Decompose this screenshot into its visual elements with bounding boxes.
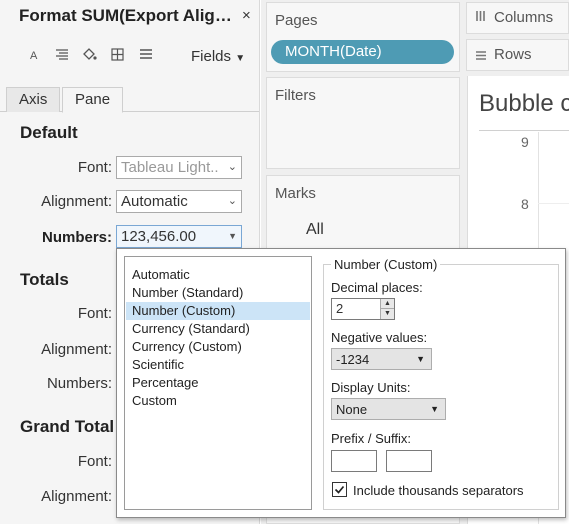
thousands-label: Include thousands separators bbox=[353, 483, 524, 498]
default-font-value: Tableau Light.. bbox=[121, 159, 219, 176]
caret-down-icon: ▼ bbox=[416, 354, 425, 364]
decimal-places-stepper[interactable]: 2 ▲ ▼ bbox=[331, 298, 395, 320]
prefix-input[interactable] bbox=[331, 450, 377, 472]
borders-icon[interactable] bbox=[111, 48, 124, 64]
format-option-scientific[interactable]: Scientific bbox=[126, 356, 310, 374]
decimal-places-value: 2 bbox=[336, 301, 344, 316]
format-option-custom[interactable]: Custom bbox=[126, 392, 310, 410]
stepper-up-icon[interactable]: ▲ bbox=[380, 299, 394, 309]
number-format-list[interactable]: Automatic Number (Standard) Number (Cust… bbox=[124, 256, 312, 510]
checkmark-icon bbox=[334, 485, 345, 494]
columns-icon bbox=[475, 9, 486, 27]
negative-values-value: -1234 bbox=[336, 352, 370, 367]
default-heading: Default bbox=[20, 123, 78, 142]
lines-icon[interactable] bbox=[139, 48, 153, 63]
number-format-popup: Automatic Number (Standard) Number (Cust… bbox=[116, 248, 566, 518]
negative-values-label: Negative values: bbox=[331, 330, 428, 345]
tab-pane[interactable]: Pane bbox=[62, 87, 124, 113]
display-units-value: None bbox=[336, 402, 368, 417]
grand-totals-font-label: Font: bbox=[77, 453, 112, 470]
rows-shelf[interactable]: Rows bbox=[466, 39, 569, 71]
fields-dropdown[interactable]: Fields ▼ bbox=[191, 48, 245, 65]
default-numbers-label: Numbers: bbox=[41, 229, 112, 246]
default-font-dropdown[interactable]: Tableau Light.. ⌄ bbox=[116, 156, 242, 179]
decimal-places-label: Decimal places: bbox=[331, 280, 423, 295]
caret-down-icon: ▼ bbox=[228, 231, 237, 241]
format-pane-title: Format SUM(Export Alig… bbox=[19, 6, 232, 25]
default-numbers-value: 123,456.00 bbox=[121, 228, 197, 245]
totals-numbers-label: Numbers: bbox=[46, 375, 112, 392]
pages-title: Pages bbox=[275, 12, 318, 29]
marks-all-label[interactable]: All bbox=[306, 221, 324, 239]
columns-shelf[interactable]: Columns bbox=[466, 2, 569, 34]
totals-alignment-label: Alignment: bbox=[41, 341, 112, 358]
totals-font-label: Font: bbox=[77, 305, 112, 322]
shading-icon[interactable] bbox=[82, 48, 97, 64]
axis-tick-label: 9 bbox=[521, 134, 529, 150]
close-button[interactable]: × bbox=[242, 7, 251, 24]
display-units-dropdown[interactable]: None ▼ bbox=[331, 398, 446, 420]
caret-down-icon: ▼ bbox=[430, 404, 439, 414]
default-font-label: Font: bbox=[77, 159, 112, 176]
display-units-label: Display Units: bbox=[331, 380, 411, 395]
default-alignment-dropdown[interactable]: Automatic ⌄ bbox=[116, 190, 242, 213]
view-title: Bubble c bbox=[479, 90, 569, 117]
negative-values-dropdown[interactable]: -1234 ▼ bbox=[331, 348, 432, 370]
marks-title: Marks bbox=[275, 185, 316, 202]
columns-label: Columns bbox=[494, 9, 554, 26]
default-numbers-dropdown[interactable]: 123,456.00 ▼ bbox=[116, 225, 242, 248]
grand-totals-heading: Grand Total bbox=[20, 417, 115, 436]
rows-label: Rows bbox=[494, 46, 532, 63]
format-option-number-standard[interactable]: Number (Standard) bbox=[126, 284, 310, 302]
totals-heading: Totals bbox=[20, 270, 69, 289]
filters-card[interactable]: Filters bbox=[266, 77, 460, 169]
gridline bbox=[538, 203, 569, 204]
alignment-icon[interactable] bbox=[55, 48, 69, 63]
title-divider bbox=[479, 130, 569, 131]
tab-axis[interactable]: Axis bbox=[6, 87, 61, 112]
thousands-checkbox[interactable] bbox=[332, 482, 347, 497]
format-option-number-custom[interactable]: Number (Custom) bbox=[126, 302, 310, 320]
default-alignment-value: Automatic bbox=[121, 193, 188, 210]
format-option-currency-custom[interactable]: Currency (Custom) bbox=[126, 338, 310, 356]
rows-icon bbox=[475, 48, 487, 66]
filters-title: Filters bbox=[275, 87, 316, 104]
month-date-pill[interactable]: MONTH(Date) bbox=[271, 40, 454, 64]
chevron-down-icon: ⌄ bbox=[227, 195, 237, 207]
grand-totals-alignment-label: Alignment: bbox=[41, 488, 112, 505]
format-option-percentage[interactable]: Percentage bbox=[126, 374, 310, 392]
suffix-input[interactable] bbox=[386, 450, 432, 472]
stepper-down-icon[interactable]: ▼ bbox=[380, 309, 394, 319]
format-option-currency-standard[interactable]: Currency (Standard) bbox=[126, 320, 310, 338]
chevron-down-icon: ⌄ bbox=[227, 161, 237, 173]
group-title: Number (Custom) bbox=[331, 257, 441, 272]
font-icon[interactable]: A bbox=[29, 48, 41, 63]
default-alignment-label: Alignment: bbox=[41, 193, 112, 210]
format-option-automatic[interactable]: Automatic bbox=[126, 266, 310, 284]
prefix-suffix-label: Prefix / Suffix: bbox=[331, 431, 411, 446]
svg-text:A: A bbox=[30, 50, 38, 60]
fields-label: Fields bbox=[191, 48, 232, 65]
axis-tick-label: 8 bbox=[521, 196, 529, 212]
caret-down-icon: ▼ bbox=[235, 53, 246, 64]
